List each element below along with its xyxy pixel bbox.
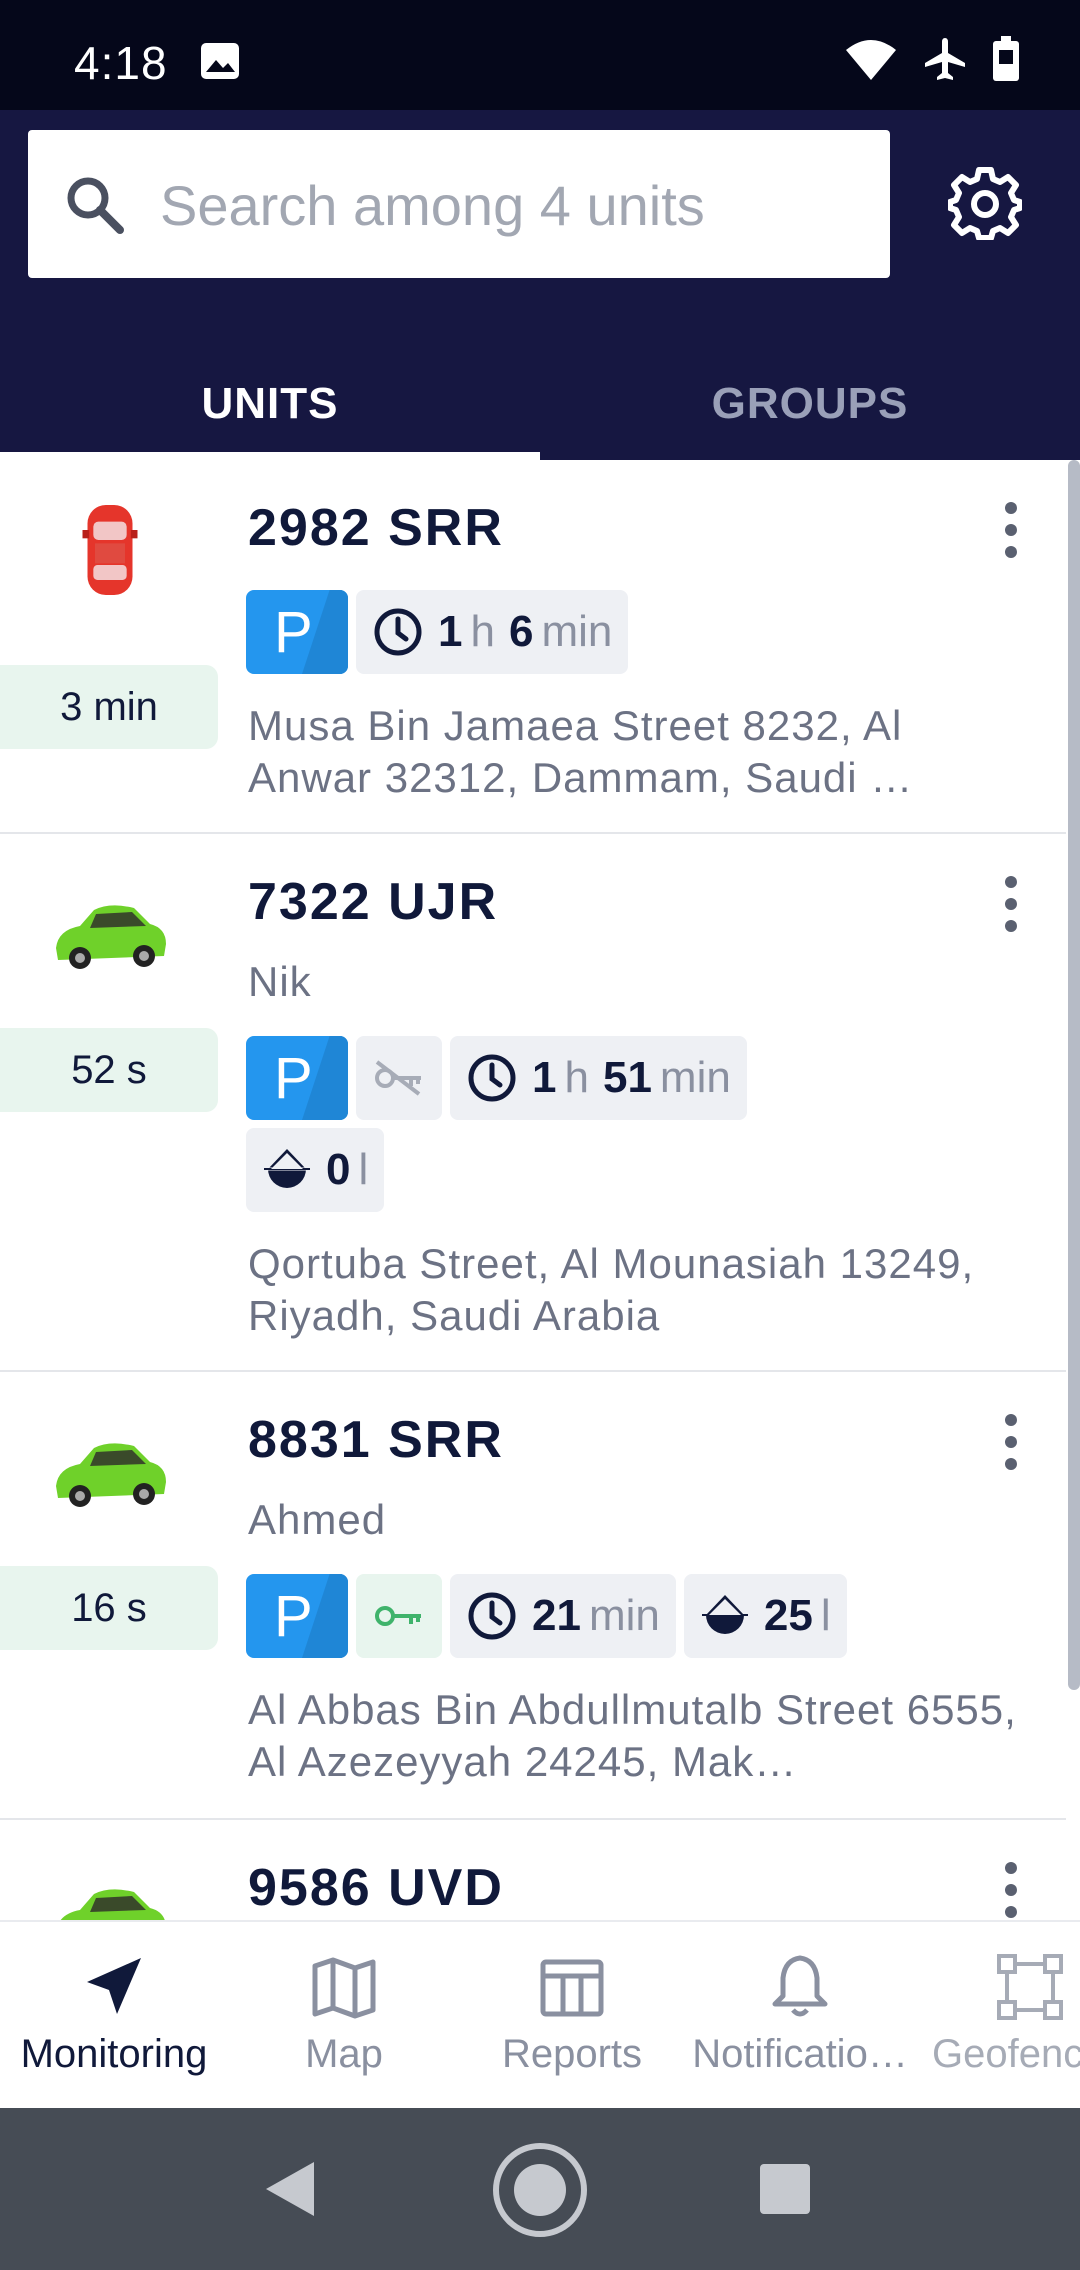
geofence-icon xyxy=(997,1954,1063,2020)
gear-icon[interactable] xyxy=(948,166,1022,240)
last-update-age: 52 s xyxy=(0,1028,218,1112)
navigation-arrow-icon xyxy=(87,1958,141,2014)
unit-row[interactable]: 3 min 2982 SRR P 1 h 6 min Musa Bin Jama… xyxy=(0,460,1066,834)
nav-reports[interactable]: Reports xyxy=(462,1922,682,2110)
unit-row[interactable]: 9586 UVD xyxy=(0,1820,1066,1920)
clock-icon xyxy=(468,1054,516,1102)
wifi-icon xyxy=(846,40,896,80)
tab-units[interactable]: UNITS xyxy=(0,348,540,460)
unit-address: Al Abbas Bin Abdullmutalb Street 6555, A… xyxy=(248,1686,1017,1785)
nav-monitoring[interactable]: Monitoring xyxy=(4,1922,224,2110)
app-header: UNITS GROUPS xyxy=(0,110,1080,460)
duration-chip: 1 h 51 min xyxy=(450,1036,747,1120)
unit-row[interactable]: 16 s 8831 SRR Ahmed P 21 min 25 l Al Abb… xyxy=(0,1372,1066,1820)
system-icons xyxy=(844,36,1020,82)
unit-name: 9586 UVD xyxy=(248,1859,504,1917)
status-chips: P 21 min 25 l xyxy=(246,1574,847,1658)
battery-icon xyxy=(993,36,1019,81)
last-update-age: 3 min xyxy=(0,665,218,749)
key-icon xyxy=(375,1606,421,1626)
home-icon[interactable] xyxy=(492,2142,588,2238)
ignition-off-chip xyxy=(356,1036,442,1120)
unit-address: Qortuba Street, Al Mounasiah 13249, Riya… xyxy=(248,1240,975,1339)
last-update-age: 16 s xyxy=(0,1566,218,1650)
key-off-icon xyxy=(375,1060,421,1096)
driver-name: Ahmed xyxy=(248,1496,387,1543)
search-icon xyxy=(67,177,124,234)
more-vert-icon[interactable] xyxy=(996,500,1026,560)
back-icon[interactable] xyxy=(262,2158,318,2220)
more-vert-icon[interactable] xyxy=(996,1412,1026,1472)
image-icon xyxy=(201,43,239,79)
parking-chip: P xyxy=(246,1036,348,1120)
nav-map[interactable]: Map xyxy=(234,1922,454,2110)
airplane-icon xyxy=(925,38,965,80)
fuel-chip: 25 l xyxy=(683,1574,847,1658)
unit-name: 8831 SRR xyxy=(248,1411,504,1469)
status-chips: P 1 h 6 min xyxy=(246,590,629,674)
unit-name: 2982 SRR xyxy=(248,499,504,557)
search-input[interactable] xyxy=(158,160,862,250)
green-car-icon xyxy=(56,1443,166,1507)
nav-label: Monitoring xyxy=(20,2032,208,2076)
more-vert-icon[interactable] xyxy=(996,1860,1026,1920)
bottom-navigation: Monitoring Map Reports Notificatio… Geof… xyxy=(0,1920,1080,2110)
fuel-chip: 0 l xyxy=(246,1128,385,1212)
map-icon xyxy=(312,1957,376,2019)
nav-label: Notificatio… xyxy=(692,2032,908,2076)
unit-name: 7322 UJR xyxy=(248,873,499,931)
clock-icon xyxy=(374,608,422,656)
status-chips: P 1 h 51 min xyxy=(246,1036,747,1120)
list-scrollbar[interactable] xyxy=(1068,460,1080,1690)
parking-chip: P xyxy=(246,1574,348,1658)
ignition-on-chip xyxy=(356,1574,442,1658)
clock-icon xyxy=(468,1592,516,1640)
more-vert-icon[interactable] xyxy=(996,874,1026,934)
status-bar: 4:18 xyxy=(0,0,1080,110)
fuel-icon xyxy=(701,1595,748,1634)
tab-bar: UNITS GROUPS xyxy=(0,348,1080,460)
system-navigation-bar xyxy=(0,2108,1080,2270)
duration-chip: 21 min xyxy=(450,1574,676,1658)
status-chips-row2: 0 l xyxy=(246,1128,385,1212)
red-car-top-icon xyxy=(82,505,138,595)
nav-label: Reports xyxy=(501,2032,643,2076)
nav-label: Map xyxy=(305,2032,383,2076)
fuel-icon xyxy=(264,1149,310,1188)
unit-list[interactable]: 3 min 2982 SRR P 1 h 6 min Musa Bin Jama… xyxy=(0,460,1066,1920)
duration-chip: 1 h 6 min xyxy=(356,590,629,674)
search-bar[interactable] xyxy=(28,130,890,278)
recents-icon[interactable] xyxy=(758,2162,812,2216)
bell-icon xyxy=(772,1955,828,2017)
nav-label: Geofences xyxy=(932,2032,1080,2076)
unit-row[interactable]: 52 s 7322 UJR Nik P 1 h 51 min 0 l Qortu… xyxy=(0,834,1066,1372)
parking-chip: P xyxy=(246,590,348,674)
tab-groups[interactable]: GROUPS xyxy=(540,348,1080,460)
nav-notifications[interactable]: Notificatio… xyxy=(690,1922,910,2110)
unit-address: Musa Bin Jamaea Street 8232, Al Anwar 32… xyxy=(248,702,914,801)
green-car-icon xyxy=(56,905,166,969)
driver-name: Nik xyxy=(248,958,312,1005)
green-car-icon xyxy=(60,1889,165,1920)
nav-geofences[interactable]: Geofences xyxy=(920,1922,1080,2110)
table-icon xyxy=(540,1959,604,2017)
clock-time: 4:18 xyxy=(74,37,168,89)
